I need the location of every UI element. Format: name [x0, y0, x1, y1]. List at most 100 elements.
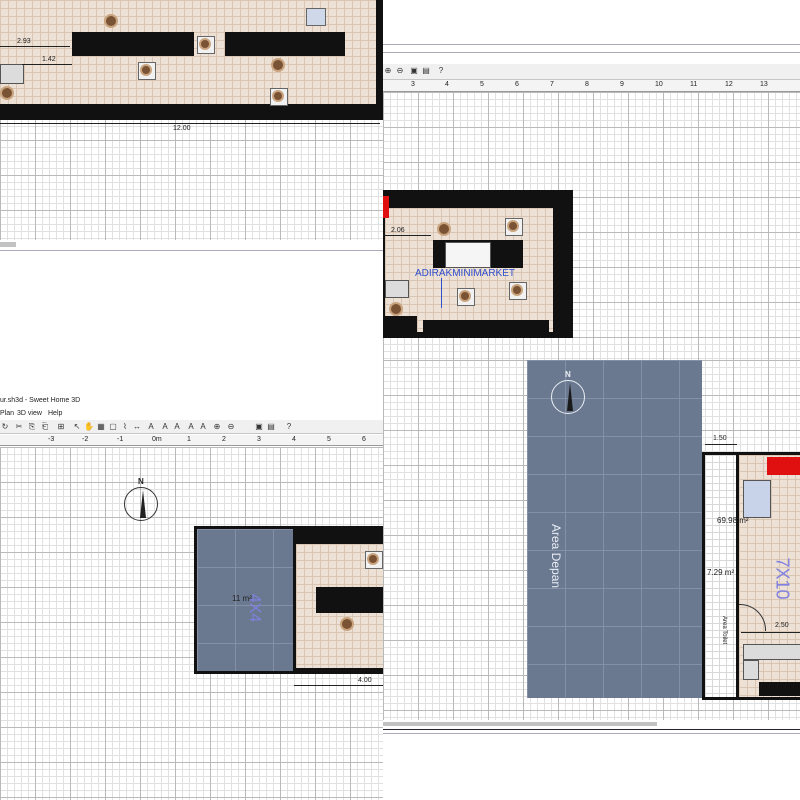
person-figure: [104, 14, 118, 28]
menu-item-3d-view[interactable]: 3D view: [17, 410, 42, 417]
zoom-out-icon[interactable]: ⊖: [226, 422, 236, 432]
wall-right: [376, 0, 383, 120]
horizontal-ruler: -3 -2 -1 0m 1 2 3 4 5 6: [0, 435, 383, 446]
zoom-out-icon[interactable]: ⊖: [395, 66, 405, 76]
horizontal-scrollbar[interactable]: [383, 722, 657, 726]
dimension-label: 12.00: [173, 125, 191, 132]
create-photo-icon[interactable]: ▣: [254, 422, 264, 432]
red-door-marker: [767, 457, 800, 475]
room-name-label: 7X10: [772, 557, 793, 600]
store-name-label: ADIRAKMINIMARKET: [415, 268, 516, 279]
wall-right: [555, 208, 571, 332]
ruler-tick: 12: [725, 81, 733, 88]
area-small-label: 7.29 m²: [707, 568, 735, 577]
wall-bottom: [0, 104, 383, 120]
dimension-label: 2.06: [391, 227, 405, 234]
text-style-icon[interactable]: A: [186, 422, 196, 432]
room-name-label: 4X4: [246, 593, 264, 623]
add-icon[interactable]: ⊞: [56, 422, 66, 432]
panel-divider: [0, 250, 383, 251]
compass-north-label: N: [565, 370, 571, 379]
window-top-divider: [383, 52, 800, 53]
copy-icon[interactable]: ⎘: [27, 422, 37, 432]
chair: [270, 88, 288, 106]
zoom-in-icon[interactable]: ⊕: [212, 422, 222, 432]
ruler-tick: 6: [515, 81, 519, 88]
person-figure: [140, 64, 152, 76]
person-figure: [437, 222, 451, 236]
ruler-tick: 4: [445, 81, 449, 88]
menu-item-plan[interactable]: Plan: [0, 410, 14, 417]
text-style-icon[interactable]: A: [172, 422, 182, 432]
dimension-label: 2.50: [775, 622, 789, 629]
area-depan-label: Area Depan: [549, 524, 563, 589]
dimension-line: [22, 64, 72, 65]
chair: [457, 288, 475, 306]
ruler-tick: 5: [480, 81, 484, 88]
select-arrow-icon[interactable]: ↖: [72, 422, 82, 432]
person-figure: [507, 220, 519, 232]
horizontal-scrollbar[interactable]: [0, 242, 16, 247]
text-style-icon[interactable]: A: [160, 422, 170, 432]
help-icon[interactable]: ?: [436, 66, 446, 76]
compass-rose[interactable]: N: [551, 370, 585, 414]
ruler-tick: 1: [187, 436, 191, 443]
add-text-icon[interactable]: A: [146, 422, 156, 432]
create-video-icon[interactable]: ▤: [266, 422, 276, 432]
zoom-in-icon[interactable]: ⊕: [383, 66, 393, 76]
bed-icon: [743, 480, 771, 518]
ruler-tick: 3: [411, 81, 415, 88]
counter: [0, 64, 24, 84]
person-figure: [389, 302, 403, 316]
create-polylines-icon[interactable]: ⌇: [120, 422, 130, 432]
create-dimensions-icon[interactable]: ↔: [132, 422, 142, 432]
ruler-tick: 0m: [152, 436, 162, 443]
counter: [445, 242, 491, 268]
ruler-tick: 5: [327, 436, 331, 443]
ruler-tick: 13: [760, 81, 768, 88]
plan-panel-top-right[interactable]: ⊕ ⊖ ▣ ▤ ? 3 4 5 6 7 8 9 10 11 12 13 2.06…: [383, 0, 800, 360]
create-walls-icon[interactable]: ▦: [96, 422, 106, 432]
plan-panel-bottom-left[interactable]: ur.sh3d - Sweet Home 3D Plan 3D view Hel…: [0, 395, 383, 800]
redo-icon[interactable]: ↻: [0, 422, 10, 432]
menu-item-help[interactable]: Help: [48, 410, 62, 417]
create-photo-icon[interactable]: ▣: [409, 66, 419, 76]
plan-panel-bottom-right[interactable]: N Area Depan 69.98 m² 7.29 m² 7X10 Area …: [383, 360, 800, 800]
person-figure: [459, 290, 471, 302]
person-figure: [199, 38, 211, 50]
cut-icon[interactable]: ✂: [14, 422, 24, 432]
paste-icon[interactable]: ⎗: [40, 422, 50, 432]
dimension-line: [705, 444, 737, 445]
create-rooms-icon[interactable]: ▢: [108, 422, 118, 432]
ruler-tick: 3: [257, 436, 261, 443]
dimension-label: 1.50: [713, 435, 727, 442]
help-icon[interactable]: ?: [284, 422, 294, 432]
chair: [197, 36, 215, 54]
dimension-line: [441, 278, 442, 308]
red-door-marker: [383, 196, 389, 218]
create-video-icon[interactable]: ▤: [421, 66, 431, 76]
person-figure: [271, 58, 285, 72]
compass-rose[interactable]: N: [124, 477, 158, 521]
dimension-line: [383, 235, 431, 236]
shelf-top: [391, 196, 549, 208]
ruler-tick: -3: [48, 436, 55, 443]
ruler-tick: -2: [82, 436, 89, 443]
text-style-icon[interactable]: A: [198, 422, 208, 432]
window-top-divider: [383, 44, 800, 45]
sink-icon: [743, 660, 759, 680]
shelf-bottom-right: [423, 320, 549, 332]
pan-icon[interactable]: ✋: [84, 422, 94, 432]
ruler-tick: 11: [690, 81, 698, 88]
area-toilet-label: Area Toilet: [721, 616, 727, 645]
toolbar: ↻ ✂ ⎘ ⎗ ⊞ ↖ ✋ ▦ ▢ ⌇ ↔ A A A A A ⊕ ⊖ ▣ ▤ …: [0, 420, 383, 434]
chair: [509, 282, 527, 300]
ruler-tick: 7: [550, 81, 554, 88]
chair: [505, 218, 523, 236]
dimension-label: 2.93: [17, 38, 31, 45]
window-title: ur.sh3d - Sweet Home 3D: [0, 397, 81, 404]
ruler-tick: -1: [117, 436, 124, 443]
plan-panel-top-left[interactable]: 2.93 1.42 12.00: [0, 0, 383, 255]
armchair-icon: [306, 8, 326, 26]
panel-divider: [383, 733, 800, 734]
